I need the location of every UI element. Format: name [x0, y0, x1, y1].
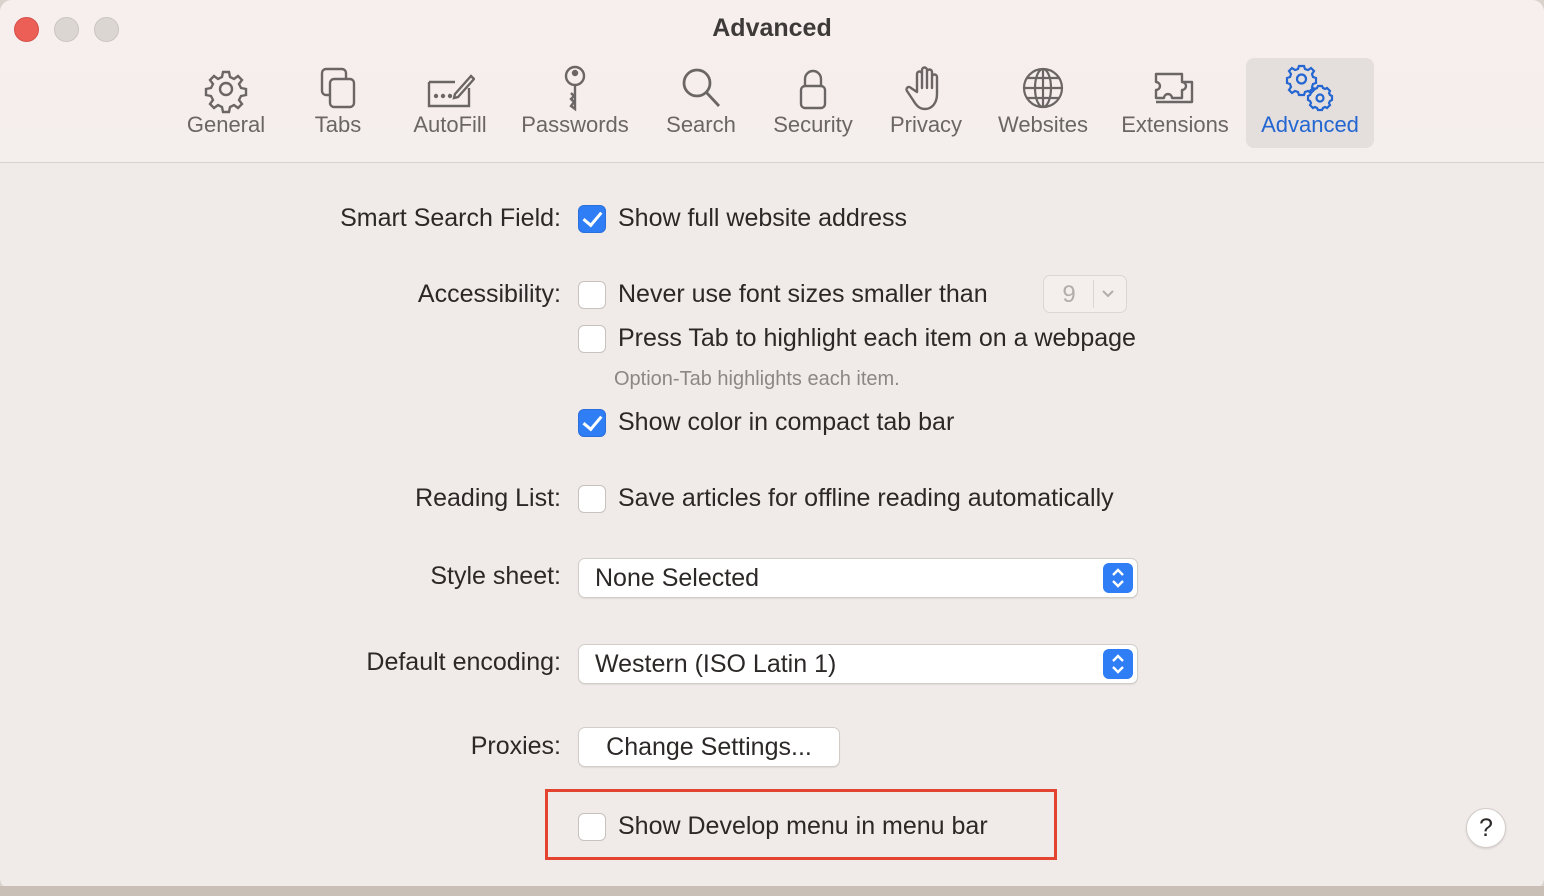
tab-label: Passwords: [521, 112, 629, 137]
tab-search[interactable]: Search: [660, 58, 742, 148]
tab-autofill[interactable]: AutoFill: [404, 58, 496, 148]
tab-label: Search: [666, 112, 736, 137]
help-button[interactable]: ?: [1466, 808, 1506, 848]
show-develop-menu-text: Show Develop menu in menu bar: [618, 812, 988, 840]
min-font-size-text: Never use font sizes smaller than: [618, 280, 988, 308]
save-offline-checkbox[interactable]: [578, 485, 606, 513]
tab-tabs[interactable]: Tabs: [300, 58, 376, 148]
puzzle-icon: [1154, 72, 1194, 104]
compact-tab-color-checkbox[interactable]: [578, 409, 606, 437]
min-font-size-checkbox[interactable]: [578, 281, 606, 309]
tab-privacy[interactable]: Privacy: [882, 58, 970, 148]
accessibility-label: Accessibility:: [417, 280, 561, 308]
tab-label: Extensions: [1121, 112, 1229, 137]
gear-icon: [204, 70, 248, 114]
tab-security[interactable]: Security: [764, 58, 862, 148]
tab-label: Advanced: [1261, 112, 1359, 137]
tab-label: General: [186, 112, 266, 137]
tab-passwords[interactable]: Passwords: [514, 58, 636, 148]
preferences-window: Advanced General Tabs AutoFill Passwords…: [0, 0, 1544, 890]
tab-label: Websites: [997, 112, 1089, 137]
autofill-icon: [427, 74, 475, 108]
min-font-size-select[interactable]: 9: [1043, 275, 1127, 313]
tab-extensions[interactable]: Extensions: [1114, 58, 1236, 148]
reading-list-label: Reading List:: [415, 484, 561, 512]
background-desktop-strip: [0, 886, 1544, 896]
show-develop-menu-checkbox[interactable]: [578, 813, 606, 841]
proxies-label: Proxies:: [470, 732, 561, 760]
style-sheet-popup[interactable]: None Selected: [578, 558, 1138, 598]
option-tab-hint: Option-Tab highlights each item.: [614, 368, 900, 390]
tab-highlight-checkbox[interactable]: [578, 325, 606, 353]
magnifier-icon: [682, 68, 721, 107]
default-encoding-value: Western (ISO Latin 1): [595, 650, 837, 678]
key-icon: [564, 65, 586, 112]
window-title: Advanced: [712, 14, 832, 42]
globe-icon: [1022, 67, 1064, 109]
chevron-down-icon: [1093, 280, 1122, 308]
up-down-chevron-icon: [1103, 563, 1133, 593]
style-sheet-label: Style sheet:: [430, 562, 561, 590]
hand-icon: [905, 66, 939, 111]
tab-label: Security: [773, 112, 853, 137]
smart-search-label: Smart Search Field:: [340, 204, 561, 232]
tab-highlight-text: Press Tab to highlight each item on a we…: [618, 324, 1136, 352]
lock-icon: [799, 69, 827, 110]
default-encoding-label: Default encoding:: [366, 648, 561, 676]
style-sheet-value: None Selected: [595, 564, 760, 592]
tab-label: Tabs: [314, 112, 362, 137]
show-full-address-checkbox[interactable]: [578, 205, 606, 233]
tab-advanced[interactable]: Advanced: [1246, 58, 1374, 148]
show-full-address-text: Show full website address: [618, 204, 908, 232]
change-proxy-settings-button[interactable]: Change Settings...: [578, 727, 840, 767]
save-offline-text: Save articles for offline reading automa…: [618, 484, 1114, 512]
tab-label: AutoFill: [413, 112, 487, 137]
min-font-size-value: 9: [1062, 281, 1076, 308]
default-encoding-popup[interactable]: Western (ISO Latin 1): [578, 644, 1138, 684]
gears-icon: [1285, 64, 1334, 112]
up-down-chevron-icon: [1103, 649, 1133, 679]
compact-tab-color-text: Show color in compact tab bar: [618, 408, 955, 436]
toolbar: Advanced General Tabs AutoFill Passwords…: [0, 0, 1544, 163]
tab-label: Privacy: [889, 112, 963, 137]
tabs-icon: [320, 67, 356, 109]
tab-general[interactable]: General: [180, 58, 272, 148]
tab-websites[interactable]: Websites: [990, 58, 1096, 148]
